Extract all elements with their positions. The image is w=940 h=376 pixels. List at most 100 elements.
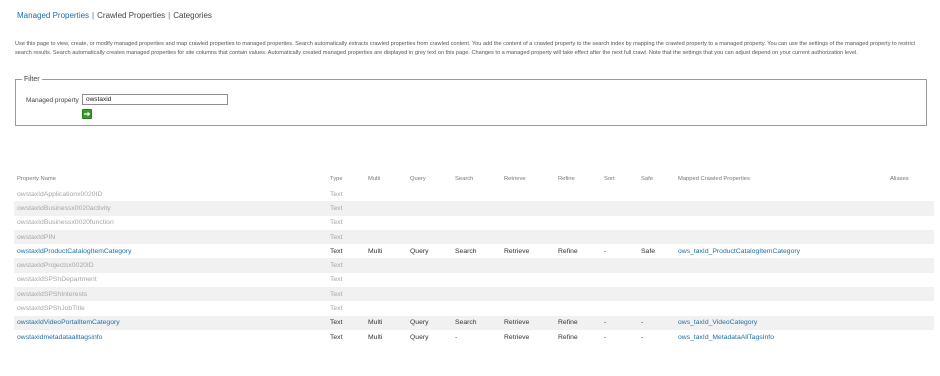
- header-refine[interactable]: Refine: [555, 171, 601, 187]
- cell-mapped: ows_taxId_MetadataAllTagsInfo: [675, 330, 887, 344]
- property-name-link[interactable]: owstaxIdProductCatalogItemCategory: [17, 248, 131, 255]
- cell-refine: Refine: [558, 247, 578, 255]
- table-row: owstaxidmetadataalltagsinfo Text Multi Quer…: [14, 330, 934, 344]
- cell-aliases: [887, 187, 934, 201]
- cell-aliases: [887, 201, 934, 216]
- nav-managed-properties[interactable]: Managed Properties: [17, 11, 89, 20]
- managed-property-input[interactable]: [82, 94, 228, 105]
- cell-sort: -: [601, 315, 638, 330]
- cell-name: owstaxidmetadataalltagsinfo: [14, 330, 327, 344]
- header-multi[interactable]: Multi: [365, 171, 407, 187]
- mapped-crawled-property-link[interactable]: ows_taxId_VideoCategory: [678, 319, 757, 326]
- cell-aliases: [887, 258, 934, 273]
- header-aliases[interactable]: Aliases: [887, 171, 934, 187]
- cell-mapped: [675, 201, 887, 216]
- cell-refine: [555, 273, 601, 287]
- table-row: owstaxIdBusinessx0020function Text: [14, 216, 934, 230]
- header-type[interactable]: Type: [327, 171, 365, 187]
- property-name-link[interactable]: owstaxIdSPShInterests: [17, 291, 87, 298]
- cell-name: owstaxIdProjectsx0020ID: [14, 258, 327, 273]
- cell-aliases: [887, 301, 934, 315]
- cell-mapped: [675, 301, 887, 315]
- cell-multi: Multi: [368, 333, 383, 341]
- cell-aliases: [887, 330, 934, 344]
- property-name-link[interactable]: owstaxIdVideoPortalItemCategory: [17, 319, 120, 326]
- cell-aliases: [887, 273, 934, 287]
- cell-retrieve: [501, 216, 555, 230]
- property-name-link[interactable]: owstaxIdProjectsx0020ID: [17, 262, 94, 269]
- cell-safe: [638, 301, 675, 315]
- filter-go-button[interactable]: [82, 109, 92, 119]
- cell-mapped: ows_taxId_ProductCatalogItemCategory: [675, 244, 887, 258]
- header-property-name[interactable]: Property Name: [14, 171, 327, 187]
- cell-search: [452, 201, 501, 216]
- cell-type: Text: [330, 305, 343, 313]
- property-name-link[interactable]: owstaxIdApplicationx0020ID: [17, 191, 102, 198]
- cell-refine: [555, 216, 601, 230]
- table-row: owstaxIdVideoPortalItemCategory Text Multi…: [14, 315, 934, 330]
- cell-search: Search: [452, 315, 501, 330]
- cell-retrieve: [501, 187, 555, 201]
- cell-name: owstaxIdSPShDepartment: [14, 273, 327, 287]
- table-row: owstaxIdPIN Text: [14, 229, 934, 245]
- cell-mapped: [675, 258, 887, 273]
- cell-refine: Refine: [555, 315, 601, 330]
- cell-safe: Safe: [641, 247, 655, 255]
- header-query[interactable]: Query: [407, 171, 452, 187]
- cell-query: [407, 273, 452, 287]
- property-name-link[interactable]: owstaxIdSPShDepartment: [17, 276, 97, 283]
- cell-safe: [638, 187, 675, 201]
- cell-sort: [601, 301, 638, 315]
- cell-query: Query: [407, 315, 452, 330]
- cell-aliases: [887, 315, 934, 330]
- header-mapped-crawled-properties[interactable]: Mapped Crawled Properties: [675, 171, 887, 187]
- header-search[interactable]: Search: [452, 171, 501, 187]
- cell-query: Query: [410, 247, 429, 255]
- cell-multi: [365, 187, 407, 201]
- property-name-link[interactable]: owstaxIdPIN: [17, 234, 55, 241]
- cell-type: Text: [330, 333, 343, 341]
- cell-sort: [601, 187, 638, 201]
- cell-query: [407, 301, 452, 315]
- table-row: owstaxIdSPShJobTitle Text: [14, 301, 934, 315]
- cell-type: Text: [330, 219, 343, 227]
- nav-categories[interactable]: Categories: [173, 11, 212, 20]
- property-name-link[interactable]: owstaxIdBusinessx0020activity: [17, 205, 111, 212]
- cell-retrieve: Retrieve: [501, 315, 555, 330]
- cell-sort: [601, 216, 638, 230]
- property-name-link[interactable]: owstaxIdSPShJobTitle: [17, 305, 85, 312]
- mapped-crawled-property-link[interactable]: ows_taxId_MetadataAllTagsInfo: [678, 334, 774, 341]
- cell-sort: -: [604, 333, 607, 341]
- cell-retrieve: Retrieve: [504, 333, 530, 341]
- property-name-link[interactable]: owstaxidmetadataalltagsinfo: [17, 334, 102, 341]
- cell-sort: [601, 273, 638, 287]
- mapped-crawled-property-link[interactable]: ows_taxId_ProductCatalogItemCategory: [678, 248, 800, 255]
- header-retrieve[interactable]: Retrieve: [501, 171, 555, 187]
- cell-query: [407, 229, 452, 245]
- cell-safe: [638, 287, 675, 302]
- cell-multi: [365, 258, 407, 273]
- cell-safe: [638, 273, 675, 287]
- cell-type: Text: [327, 258, 365, 273]
- cell-search: [452, 273, 501, 287]
- property-name-link[interactable]: owstaxIdBusinessx0020function: [17, 219, 114, 226]
- cell-search: -: [455, 333, 458, 341]
- cell-search: [452, 287, 501, 302]
- nav-crawled-properties[interactable]: Crawled Properties: [97, 11, 165, 20]
- nav-separator: |: [92, 11, 95, 20]
- cell-safe: [638, 229, 675, 245]
- cell-query: [407, 187, 452, 201]
- cell-aliases: [887, 244, 934, 258]
- cell-query: [407, 287, 452, 302]
- cell-safe: [638, 258, 675, 273]
- header-sort[interactable]: Sort: [601, 171, 638, 187]
- cell-mapped: [675, 287, 887, 302]
- cell-refine: [555, 258, 601, 273]
- cell-name: owstaxIdSPShJobTitle: [14, 301, 327, 315]
- cell-safe: -: [638, 315, 675, 330]
- page-description: Use this page to view, create, or modify…: [15, 41, 916, 56]
- cell-mapped: ows_taxId_VideoCategory: [675, 315, 887, 330]
- header-safe[interactable]: Safe: [638, 171, 675, 187]
- cell-retrieve: [501, 273, 555, 287]
- cell-search: [452, 301, 501, 315]
